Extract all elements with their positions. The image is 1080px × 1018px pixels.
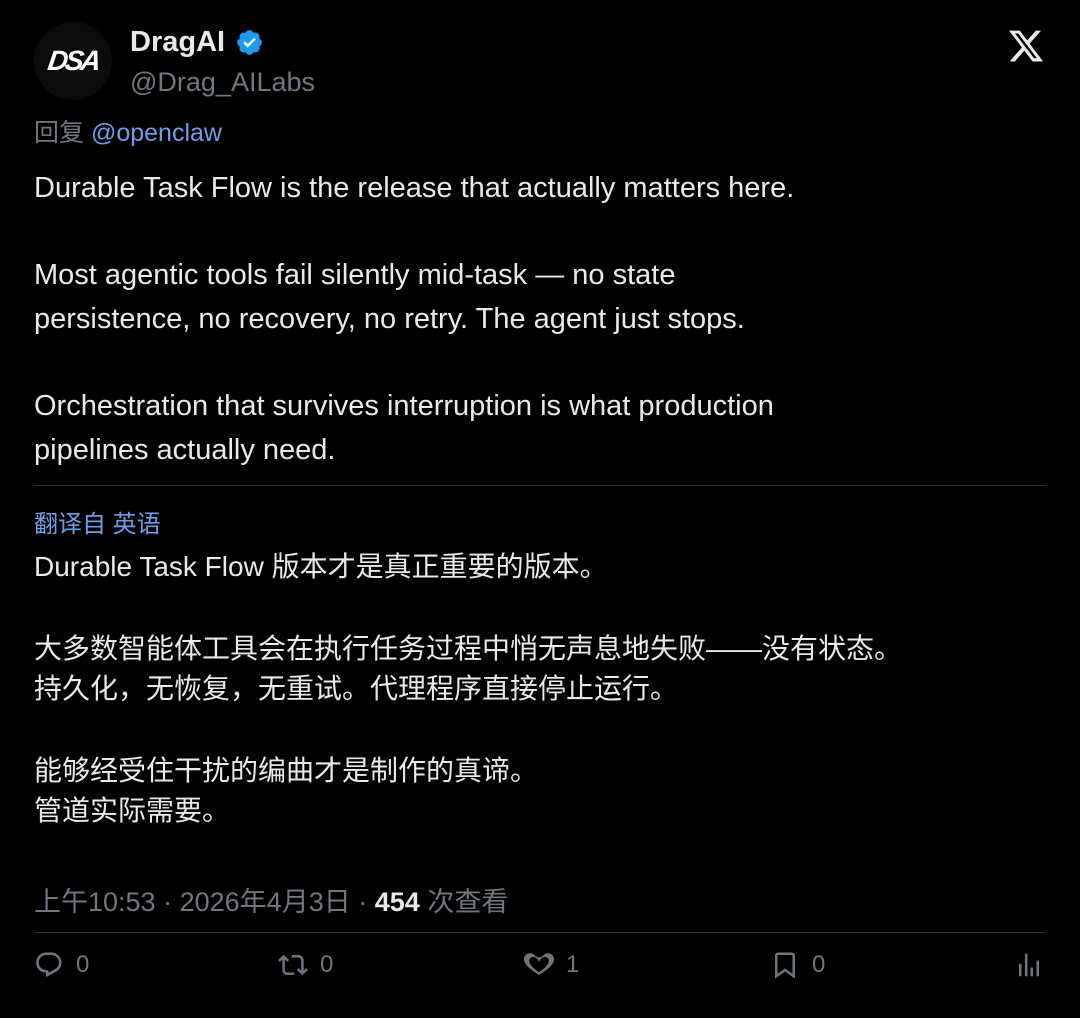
translation-label[interactable]: 翻译自 英语: [34, 504, 161, 539]
avatar-logo: DSA: [45, 45, 101, 76]
meta-separator: ·: [163, 887, 173, 917]
reply-count: 0: [76, 951, 90, 978]
author-handle[interactable]: @Drag_AILabs: [130, 67, 315, 98]
reply-button[interactable]: 0: [34, 950, 89, 980]
tweet-time[interactable]: 上午10:53: [34, 887, 156, 917]
translated-text: Durable Task Flow 版本才是真正重要的版本。 大多数智能体工具会…: [34, 547, 1034, 873]
display-name[interactable]: DragAI: [130, 26, 225, 59]
views-count: 454: [374, 887, 420, 917]
like-button[interactable]: 1: [524, 950, 579, 980]
divider: [34, 932, 1046, 933]
analytics-icon: [1019, 953, 1039, 977]
tweet-date[interactable]: 2026年4月3日: [180, 887, 351, 917]
divider: [34, 485, 1046, 486]
x-logo-icon[interactable]: [1006, 27, 1046, 65]
meta-separator: ·: [358, 887, 368, 917]
author-name-row: DragAI: [130, 26, 264, 59]
translated-paragraph: 能够经受住干扰的编曲才是制作的真谛。 管道实际需要。: [34, 755, 539, 826]
tweet-text: Durable Task Flow is the release that ac…: [34, 166, 1034, 515]
verified-badge-icon: [237, 30, 262, 55]
views-label: 次查看: [427, 887, 509, 917]
tweet-paragraph: Orchestration that survives interruption…: [34, 390, 774, 466]
like-count: 1: [566, 951, 580, 978]
retweet-button[interactable]: 0: [278, 950, 333, 980]
avatar[interactable]: DSA: [34, 22, 112, 100]
tweet-paragraph: Durable Task Flow is the release that ac…: [34, 172, 795, 204]
analytics-button[interactable]: [1014, 950, 1044, 980]
heart-icon: [524, 953, 554, 975]
bookmark-icon: [775, 952, 795, 979]
translated-paragraph: 大多数智能体工具会在执行任务过程中悄无声息地失败——没有状态。 持久化，无恢复，…: [34, 633, 903, 704]
reply-prefix: 回复: [34, 119, 85, 147]
reply-mention-link[interactable]: @openclaw: [91, 119, 222, 147]
bookmark-button[interactable]: 0: [770, 950, 825, 980]
reply-icon: [36, 952, 62, 978]
bookmark-count: 0: [812, 951, 826, 978]
translated-paragraph: Durable Task Flow 版本才是真正重要的版本。: [34, 551, 608, 582]
retweet-count: 0: [320, 951, 334, 978]
tweet-meta: 上午10:53 · 2026年4月3日 · 454 次查看: [34, 880, 508, 919]
retweet-icon: [278, 954, 308, 976]
tweet-paragraph: Most agentic tools fail silently mid-tas…: [34, 259, 745, 335]
reply-context: 回复 @openclaw: [34, 113, 222, 149]
